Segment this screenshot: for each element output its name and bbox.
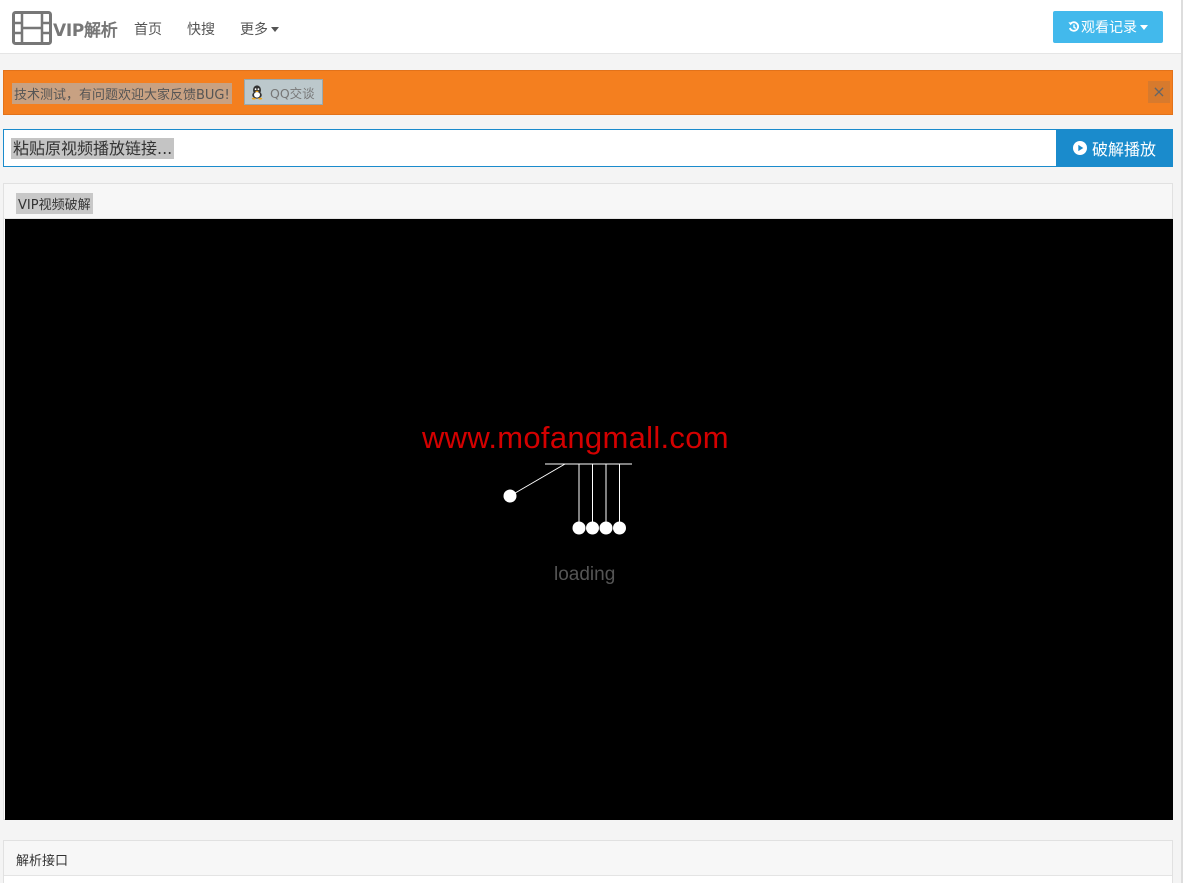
video-url-input[interactable] — [3, 129, 1057, 167]
alert-message: 技术测试，有问题欢迎大家反馈BUG! — [12, 83, 232, 104]
top-navbar: VIP解析 首页 快搜 更多 观看记录 — [0, 0, 1183, 54]
panel-header: VIP视频破解 — [4, 184, 1172, 219]
video-player[interactable]: www.mofangmall.com loading — [5, 219, 1173, 820]
qq-chat-button[interactable]: QQ交谈 — [244, 79, 323, 105]
play-circle-icon — [1072, 141, 1087, 155]
history-icon — [1068, 21, 1080, 32]
nav-more-label: 更多 — [240, 22, 268, 38]
watch-history-button[interactable]: 观看记录 — [1053, 11, 1163, 43]
video-player-panel: VIP视频破解 www.mofangmall.com loading — [3, 183, 1173, 820]
api-panel-title: 解析接口 — [16, 854, 69, 869]
film-icon — [12, 11, 52, 45]
qq-penguin-icon — [251, 85, 263, 100]
crack-play-button[interactable]: 破解播放 — [1056, 129, 1173, 167]
brand-name: VIP解析 — [53, 20, 118, 41]
nav-quick-search-link[interactable]: 快搜 — [187, 19, 215, 39]
api-panel: 解析接口 — [3, 840, 1173, 883]
loading-text: loading — [554, 564, 616, 585]
close-icon[interactable]: × — [1148, 81, 1170, 103]
nav-more-dropdown[interactable]: 更多 — [240, 19, 279, 39]
newton-cradle-loader-icon — [503, 463, 632, 535]
qq-chat-label: QQ交谈 — [270, 85, 315, 101]
nav-home-link[interactable]: 首页 — [134, 19, 162, 39]
notice-alert: 技术测试，有问题欢迎大家反馈BUG! QQ交谈 × — [3, 70, 1173, 115]
api-panel-header: 解析接口 — [4, 841, 1172, 876]
watch-history-label: 观看记录 — [1081, 20, 1137, 36]
brand-logo[interactable]: VIP解析 — [12, 11, 118, 45]
panel-title: VIP视频破解 — [16, 193, 93, 214]
crack-play-label: 破解播放 — [1091, 140, 1156, 159]
chevron-down-icon — [271, 27, 279, 32]
watermark-text: www.mofangmall.com — [422, 420, 729, 455]
chevron-down-icon — [1140, 24, 1148, 30]
